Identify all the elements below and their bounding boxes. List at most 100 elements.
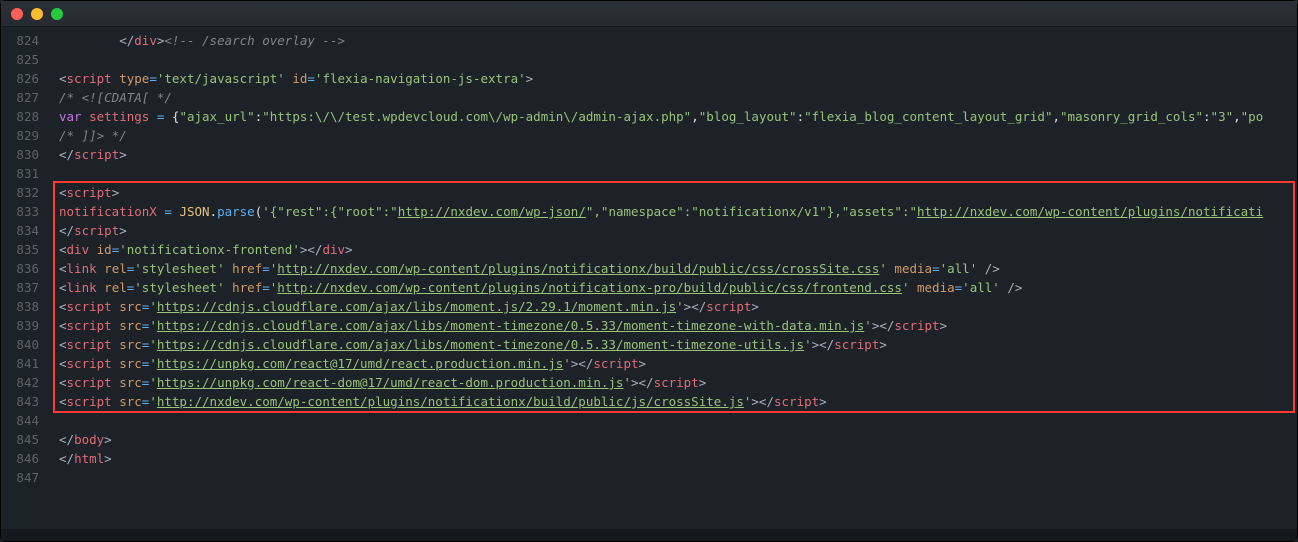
code-token: src [119,299,142,314]
code-token: script [654,375,699,390]
code-token: html [74,451,104,466]
code-token: src [119,337,142,352]
code-token: src [119,375,142,390]
code-token [225,261,233,276]
code-token: , [1233,109,1241,124]
code-token: http://nxdev.com/wp-content/plugins/noti… [917,204,1263,219]
code-line[interactable]: <div id='notificationx-frontend'></div> [59,240,1297,259]
code-token: http://nxdev.com/wp-content/plugins/noti… [157,394,744,409]
code-token: script [67,185,112,200]
code-token: https://unpkg.com/react@17/umd/react.pro… [157,356,563,371]
line-number-gutter: 8248258268278288298308318328338348358368… [1,27,49,529]
line-number: 828 [1,107,49,126]
code-token: > [345,242,353,257]
code-token: link [67,280,97,295]
code-line[interactable] [59,50,1297,69]
code-line[interactable] [59,411,1297,430]
code-line[interactable]: <script> [59,183,1297,202]
code-token: rel [104,261,127,276]
code-token: link [67,261,97,276]
code-line[interactable]: <script src='https://unpkg.com/react@17/… [59,354,1297,373]
code-token: </ [59,432,74,447]
code-token: script [67,71,112,86]
code-token: https://cdnjs.cloudflare.com/ajax/libs/m… [157,299,676,314]
code-token: 'all' [940,261,978,276]
code-token: ></ [812,337,835,352]
code-token: https://cdnjs.cloudflare.com/ajax/libs/m… [157,337,804,352]
code-token: ' [623,375,631,390]
code-token [977,261,985,276]
code-token: ' [676,299,684,314]
code-token: "masonry_grid_cols" [1060,109,1203,124]
code-line[interactable]: <script type='text/javascript' id='flexi… [59,69,1297,88]
code-editor[interactable]: 8248258268278288298308318328338348358368… [1,27,1297,529]
code-line[interactable]: </script> [59,221,1297,240]
code-line[interactable]: </html> [59,449,1297,468]
line-number: 831 [1,164,49,183]
code-line[interactable]: <script src='https://cdnjs.cloudflare.co… [59,297,1297,316]
code-line[interactable]: <link rel='stylesheet' href='http://nxde… [59,278,1297,297]
code-token: http://nxdev.com/wp-content/plugins/noti… [277,261,879,276]
code-token: script [67,299,112,314]
code-line[interactable]: var settings = {"ajax_url":"https:\/\/te… [59,107,1297,126]
line-number: 841 [1,354,49,373]
line-number: 845 [1,430,49,449]
code-line[interactable]: <script src='https://unpkg.com/react-dom… [59,373,1297,392]
line-number: 835 [1,240,49,259]
line-number: 844 [1,411,49,430]
code-token: , [691,109,699,124]
code-line[interactable] [59,164,1297,183]
code-token: </ [59,147,74,162]
code-token: ' [149,299,157,314]
code-token: script [894,318,939,333]
code-token: ></ [631,375,654,390]
code-token: /* <![CDATA[ */ [59,90,172,105]
code-token: id [97,242,112,257]
code-token: > [940,318,948,333]
code-line[interactable]: <script src='https://cdnjs.cloudflare.co… [59,335,1297,354]
code-token: < [59,356,67,371]
minimize-icon[interactable] [31,8,43,20]
code-token: media [917,280,955,295]
code-token: = [262,261,270,276]
code-token: script [74,147,119,162]
code-token: settings [89,109,149,124]
code-area[interactable]: </div><!-- /search overlay --> <script ty… [49,27,1297,529]
close-icon[interactable] [11,8,23,20]
code-token: https://cdnjs.cloudflare.com/ajax/libs/m… [157,318,864,333]
code-token: https://unpkg.com/react-dom@17/umd/react… [157,375,624,390]
code-token: 'notificationx-frontend' [119,242,300,257]
code-line[interactable]: /* <![CDATA[ */ [59,88,1297,107]
code-token: ' [149,394,157,409]
maximize-icon[interactable] [51,8,63,20]
line-number: 824 [1,31,49,50]
code-token: 'text/javascript' [157,71,285,86]
code-token: ' [149,356,157,371]
code-token: /> [1007,280,1022,295]
code-token: ></ [300,242,323,257]
code-token: ' [149,375,157,390]
code-token: = [932,261,940,276]
code-token: script [774,394,819,409]
code-token: < [59,299,67,314]
code-token: 'stylesheet' [134,280,224,295]
code-line[interactable]: </body> [59,430,1297,449]
code-line[interactable]: /* ]]> */ [59,126,1297,145]
code-line[interactable]: </script> [59,145,1297,164]
code-line[interactable]: <script src='https://cdnjs.cloudflare.co… [59,316,1297,335]
code-line[interactable] [59,468,1297,487]
code-token: ' [149,318,157,333]
code-token: > [104,451,112,466]
code-token: ","namespace":"notificationx/v1"},"asset… [586,204,917,219]
code-line[interactable]: <link rel='stylesheet' href='http://nxde… [59,259,1297,278]
code-token: src [119,356,142,371]
code-line[interactable]: notificationX = JSON.parse('{"rest":{"ro… [59,202,1297,221]
line-number: 829 [1,126,49,145]
line-number: 834 [1,221,49,240]
code-token: </ [59,451,74,466]
code-line[interactable]: <script src='http://nxdev.com/wp-content… [59,392,1297,411]
code-line[interactable]: </div><!-- /search overlay --> [59,31,1297,50]
code-token: "ajax_url" [179,109,254,124]
editor-footer [1,529,1297,541]
code-token: script [706,299,751,314]
